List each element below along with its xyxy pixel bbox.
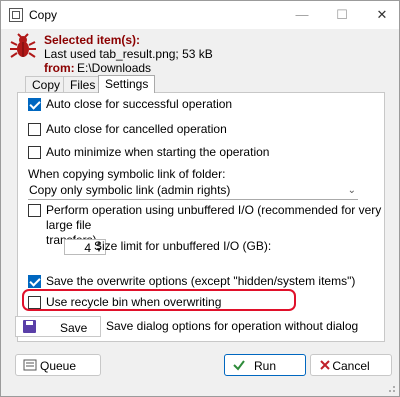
selected-item-line: Last used tab_result.png; 53 kB (44, 47, 213, 61)
from-path: E:\Downloads (77, 61, 152, 75)
auto-close-success-label: Auto close for successful operation (46, 97, 233, 111)
window-title: Copy (29, 8, 58, 22)
save-description: Save dialog options for operation withou… (106, 319, 359, 333)
cancel-button[interactable]: Cancel (310, 354, 392, 376)
selected-items-heading: Selected item(s): (44, 33, 141, 47)
floppy-disk-icon (23, 320, 36, 333)
auto-close-success-option[interactable]: Auto close for successful operation (28, 97, 232, 112)
auto-close-success-checkbox[interactable] (28, 98, 41, 111)
tab-files[interactable]: Files (63, 76, 103, 93)
auto-minimize-label: Auto minimize when starting the operatio… (46, 145, 270, 159)
save-button-label: Save (60, 321, 88, 335)
copy-dialog-window: Copy — ☐ ✕ Selected item(s): Last used t… (0, 0, 400, 397)
selected-items-info: Selected item(s): Last used tab_result.p… (1, 29, 399, 75)
symlink-select[interactable]: Copy only symbolic link (admin rights) ⌄ (28, 182, 358, 200)
size-limit-label: Size limit for unbuffered I/O (GB): (94, 239, 272, 253)
auto-minimize-checkbox[interactable] (28, 146, 41, 159)
unbuffered-label-line1: Perform operation using unbuffered I/O (… (46, 203, 382, 232)
bug-icon (10, 33, 36, 58)
minimize-button[interactable]: — (289, 5, 315, 25)
tab-copy[interactable]: Copy (25, 76, 68, 93)
title-bar: Copy — ☐ ✕ (1, 1, 399, 29)
auto-close-cancelled-option[interactable]: Auto close for cancelled operation (28, 122, 227, 137)
save-button[interactable]: Save (15, 316, 101, 337)
queue-button-label: Queue (39, 359, 77, 373)
cancel-button-label: Cancel (332, 359, 370, 373)
symlink-label: When copying symbolic link of folder: (28, 167, 226, 181)
resize-grip-icon[interactable] (386, 383, 396, 393)
tab-settings[interactable]: Settings (98, 75, 156, 93)
symlink-selected-value: Copy only symbolic link (admin rights) (29, 183, 231, 197)
recycle-bin-highlight (22, 289, 296, 311)
close-button[interactable]: ✕ (369, 5, 395, 25)
queue-button[interactable]: Queue (15, 354, 101, 376)
chevron-down-icon: ⌄ (347, 185, 356, 196)
save-overwrite-checkbox[interactable] (28, 275, 41, 288)
auto-close-cancelled-label: Auto close for cancelled operation (46, 122, 227, 136)
save-overwrite-option[interactable]: Save the overwrite options (except "hidd… (28, 274, 355, 289)
from-label: from: (44, 61, 75, 75)
run-button-label: Run (253, 359, 276, 373)
unbuffered-checkbox[interactable] (28, 204, 41, 217)
size-limit-value: 4 (84, 241, 91, 255)
auto-close-cancelled-checkbox[interactable] (28, 123, 41, 136)
maximize-button[interactable]: ☐ (329, 5, 355, 25)
save-overwrite-label: Save the overwrite options (except "hidd… (46, 274, 356, 288)
auto-minimize-option[interactable]: Auto minimize when starting the operatio… (28, 145, 269, 160)
run-button[interactable]: Run (224, 354, 306, 376)
window-icon (9, 8, 23, 22)
